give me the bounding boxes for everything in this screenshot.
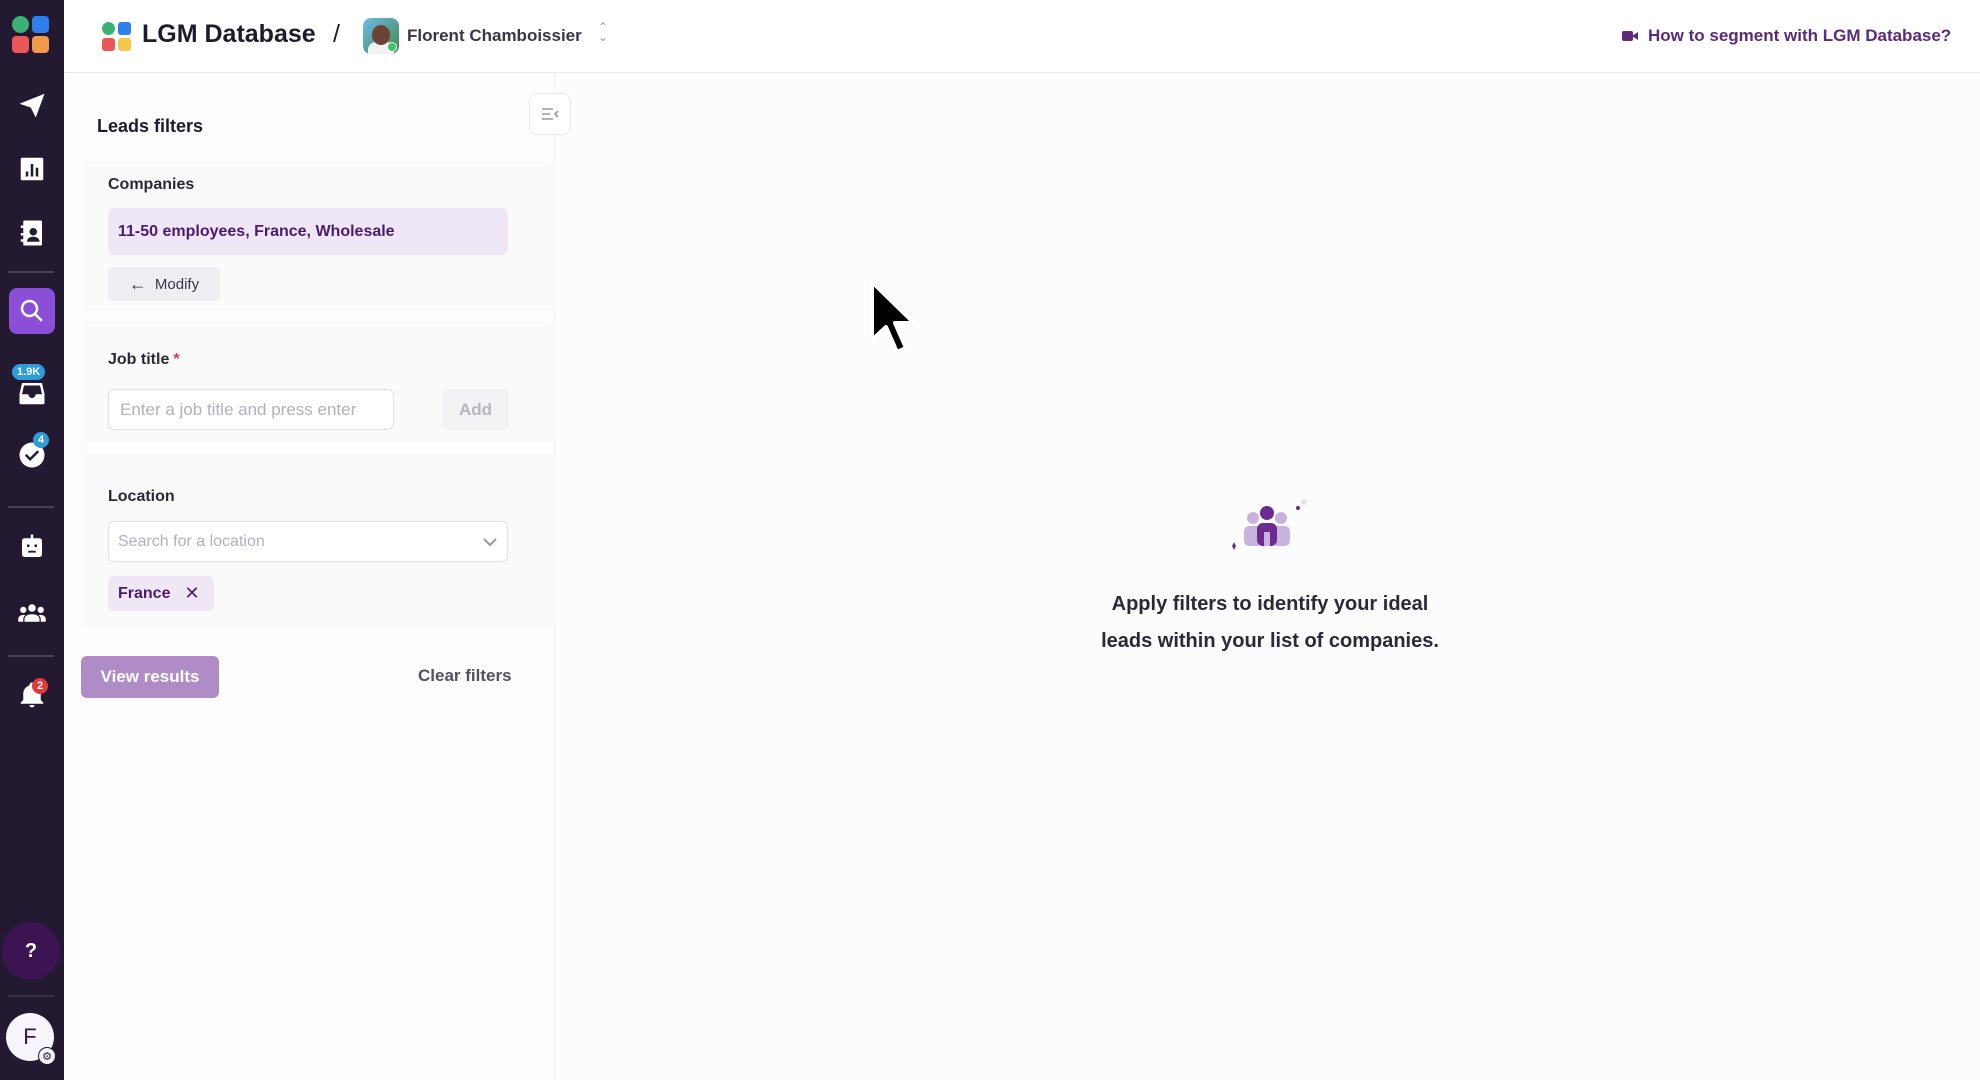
side-nav-rail: 1.9K 4 2 ? F ⚙ [0, 0, 64, 1080]
analytics-chart-icon[interactable] [9, 146, 55, 192]
video-camera-icon [1622, 30, 1638, 42]
location-placeholder: Search for a location [118, 532, 265, 550]
companies-label: Companies [108, 176, 195, 193]
add-job-title-button[interactable]: Add [442, 389, 509, 430]
settings-gear-icon[interactable]: ⚙ [38, 1047, 56, 1065]
inbox-count-badge: 1.9K [12, 364, 46, 380]
job-title-input[interactable]: Enter a job title and press enter [108, 389, 394, 430]
modify-companies-button[interactable]: ← Modify [108, 267, 220, 301]
chevron-down-icon [483, 534, 497, 548]
people-group-icon [1232, 498, 1308, 550]
remove-tag-close-icon[interactable]: ✕ [184, 583, 199, 604]
location-tag-france: France ✕ [108, 576, 214, 611]
identity-switch-chevron-icon[interactable]: ⌃ ⌄ [598, 21, 608, 43]
lgm-database-logo-icon [102, 22, 132, 52]
bot-robot-icon[interactable] [9, 524, 55, 570]
tasks-count-badge: 4 [33, 432, 50, 448]
top-header: LGM Database / Florent Chamboissier ⌃ ⌄ H… [64, 0, 1980, 73]
empty-state-message: Apply filters to identify your ideal lea… [1101, 593, 1439, 652]
howto-link-text: How to segment with LGM Database? [1648, 26, 1952, 45]
mouse-pointer-icon [870, 280, 916, 354]
modify-button-label: Modify [154, 275, 200, 293]
location-tag-label: France [118, 584, 171, 602]
team-members-icon[interactable] [9, 590, 55, 636]
rail-divider [8, 995, 54, 997]
job-title-label: Job title * [108, 351, 180, 368]
companies-summary-chip: 11-50 employees, France, Wholesale [108, 208, 508, 255]
clear-filters-button[interactable]: Clear filters [418, 666, 512, 686]
arrow-left-icon: ← [128, 273, 147, 294]
identity-avatar[interactable] [363, 18, 399, 54]
breadcrumb-separator: / [333, 20, 340, 48]
rail-divider [8, 271, 54, 273]
notifications-count-badge: 2 [32, 678, 49, 694]
location-label: Location [108, 488, 175, 505]
contacts-book-icon[interactable] [9, 210, 55, 256]
search-database-icon[interactable] [9, 288, 55, 334]
identity-selector-name[interactable]: Florent Chamboissier [407, 26, 582, 46]
campaigns-paper-plane-icon[interactable] [9, 82, 55, 128]
rail-divider [8, 506, 54, 508]
location-search-select[interactable]: Search for a location [108, 521, 508, 562]
leads-filters-panel: Leads filters Companies 11-50 employees,… [64, 73, 571, 1080]
lgm-logo-icon[interactable] [12, 16, 50, 54]
panel-title: Leads filters [97, 116, 204, 136]
rail-divider [8, 655, 54, 657]
collapse-panel-button[interactable] [529, 93, 571, 135]
help-button[interactable]: ? [2, 922, 60, 980]
collapse-panel-icon [542, 108, 559, 120]
page-title: LGM Database [142, 20, 316, 48]
howto-video-link[interactable]: How to segment with LGM Database? [1622, 26, 1951, 46]
view-results-button[interactable]: View results [81, 656, 219, 698]
notifications-bell-icon[interactable] [9, 672, 55, 718]
